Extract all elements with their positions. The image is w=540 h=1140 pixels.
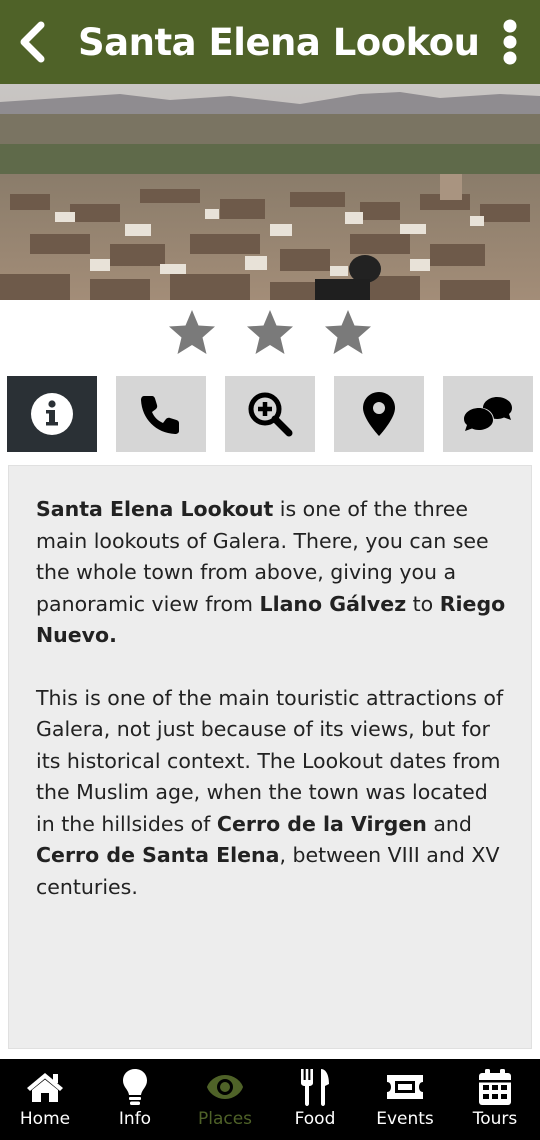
nav-label: Food (294, 1109, 336, 1129)
map-marker-icon (363, 392, 395, 436)
phone-icon (141, 396, 179, 434)
nav-label: Tours (472, 1109, 518, 1129)
back-button[interactable] (0, 0, 64, 84)
star-icon (247, 310, 293, 354)
nav-events[interactable]: Events (360, 1059, 450, 1140)
description-text: and (426, 811, 472, 836)
nav-food[interactable]: Food (270, 1059, 360, 1140)
description-paragraph: This is one of the main touristic attrac… (36, 683, 511, 904)
tab-info[interactable] (7, 376, 97, 452)
tab-phone[interactable] (116, 376, 206, 452)
vertical-ellipsis-icon (503, 19, 517, 65)
description-paragraph: Santa Elena Lookout is one of the three … (36, 494, 511, 652)
ticket-icon (387, 1075, 423, 1099)
star-rating (0, 304, 540, 362)
place-name-bold: Santa Elena Lookout (36, 497, 274, 521)
star-icon (169, 310, 215, 354)
bottom-navigation: Home Info Places Food Events Tours (0, 1059, 540, 1140)
page-title: Santa Elena Lookout (78, 20, 480, 64)
zoom-in-icon (248, 392, 293, 437)
hill-name-bold: Cerro de la Virgen (216, 811, 427, 836)
lightbulb-icon (123, 1069, 147, 1105)
nav-label: Places (197, 1109, 253, 1129)
nav-label: Events (376, 1109, 434, 1129)
nav-places[interactable]: Places (180, 1059, 270, 1140)
nav-tours[interactable]: Tours (450, 1059, 540, 1140)
nav-label: Info (118, 1109, 152, 1129)
place-photo (0, 84, 540, 300)
nav-info[interactable]: Info (90, 1059, 180, 1140)
chevron-left-icon (20, 21, 45, 63)
info-icon (31, 393, 73, 435)
overflow-menu-button[interactable] (480, 0, 540, 84)
description-text: to (406, 591, 440, 616)
star-icon (325, 310, 371, 354)
tab-zoom[interactable] (225, 376, 315, 452)
calendar-icon (479, 1069, 511, 1105)
tab-location[interactable] (334, 376, 424, 452)
utensils-icon (301, 1069, 329, 1106)
comments-icon (464, 397, 512, 431)
place-from-bold: Llano Gálvez (259, 591, 407, 616)
app-header: Santa Elena Lookout (0, 0, 540, 84)
hill-name-bold: Cerro de Santa Elena (36, 843, 280, 867)
detail-tabs (7, 376, 533, 452)
eye-icon (207, 1075, 243, 1099)
home-icon (27, 1073, 63, 1102)
nav-label: Home (19, 1109, 71, 1129)
tab-comments[interactable] (443, 376, 533, 452)
nav-home[interactable]: Home (0, 1059, 90, 1140)
app-screen: Santa Elena Lookout Santa Elena Lookout … (0, 0, 540, 1140)
description-panel: Santa Elena Lookout is one of the three … (8, 465, 532, 1049)
